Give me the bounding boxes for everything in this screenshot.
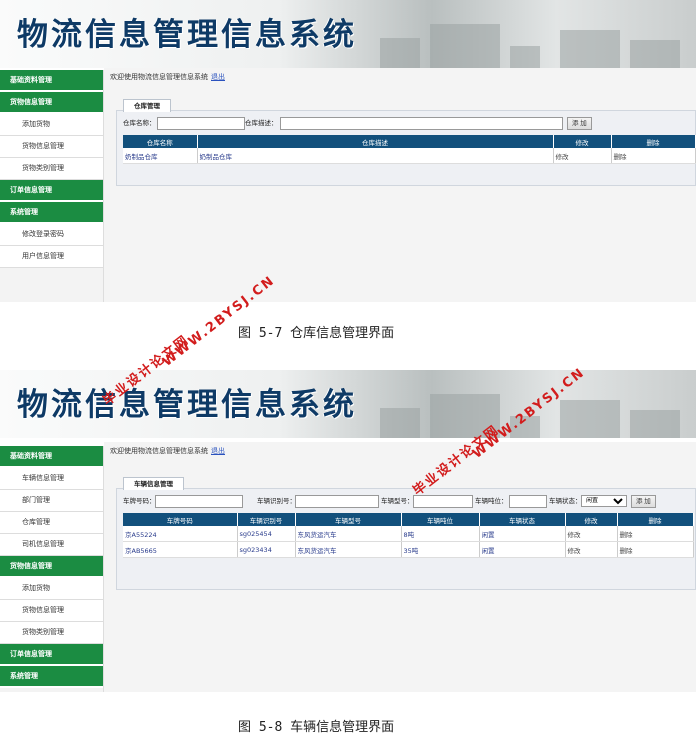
warehouse-table: 仓库名称 仓库描述 修改 删除 奶制品仓库 奶制品仓库 修改 删除: [123, 135, 696, 164]
sidebar-section-header[interactable]: 订单信息管理: [0, 180, 103, 202]
edit-link[interactable]: 修改: [565, 526, 618, 542]
column-header: 车牌号码: [123, 513, 238, 526]
table-cell: 闲置: [479, 526, 566, 542]
table-header-row: 仓库名称 仓库描述 修改 删除: [123, 135, 696, 148]
warehouse-desc-input[interactable]: [280, 117, 563, 130]
tonnage-label: 车辆吨位：: [475, 497, 508, 505]
table-header-row: 车牌号码 车辆识别号 车辆型号 车辆吨位 车辆状态 修改 删除: [123, 513, 694, 526]
delete-link[interactable]: 删除: [617, 541, 694, 558]
main-content: 欢迎使用物流信息管理信息系统 退出 车辆信息管理 车牌号码： 车辆识别号： 车辆型…: [104, 442, 696, 692]
sidebar-item[interactable]: 司机信息管理: [0, 534, 103, 556]
add-button[interactable]: 添 加: [567, 117, 592, 130]
plate-label: 车牌号码：: [123, 497, 156, 505]
edit-link[interactable]: 修改: [565, 541, 618, 558]
sidebar-item[interactable]: 车辆信息管理: [0, 468, 103, 490]
search-bar: 车牌号码： 车辆识别号： 车辆型号： 车辆吨位： 车辆状态： 闲置 添 加: [123, 495, 695, 509]
screenshot-vehicles: 物流信息管理信息系统 基础资料管理 车辆信息管理 部门管理 仓库管理 司机信息管理 货物信…: [0, 370, 696, 692]
model-label: 车辆型号：: [381, 497, 414, 505]
app-banner: 物流信息管理信息系统: [0, 0, 696, 68]
table-cell: 京AB5665: [123, 541, 238, 558]
tonnage-input[interactable]: [509, 495, 547, 508]
figure-caption-2: 图 5-8 车辆信息管理界面: [238, 720, 395, 735]
column-header: 车辆吨位: [401, 513, 480, 526]
sidebar-item[interactable]: 用户信息管理: [0, 246, 103, 268]
vin-input[interactable]: [295, 495, 379, 508]
table-cell: 8吨: [401, 526, 480, 542]
sidebar-item[interactable]: 添加货物: [0, 114, 103, 136]
sidebar-item[interactable]: 货物信息管理: [0, 600, 103, 622]
app-title: 物流信息管理信息系统: [17, 17, 357, 53]
tab-vehicles[interactable]: 车辆信息管理: [123, 477, 184, 490]
column-header: 删除: [611, 135, 696, 148]
table-cell: 东风货运汽车: [295, 526, 402, 542]
add-button[interactable]: 添 加: [631, 495, 656, 508]
sidebar-item[interactable]: 货物信息管理: [0, 136, 103, 158]
delete-link[interactable]: 删除: [617, 526, 694, 542]
table-row: 奶制品仓库 奶制品仓库 修改 删除: [123, 148, 696, 164]
edit-link[interactable]: 修改: [553, 148, 612, 164]
vehicle-table: 车牌号码 车辆识别号 车辆型号 车辆吨位 车辆状态 修改 删除 京A55224 sg025454…: [123, 513, 694, 558]
table-cell: 闲置: [479, 541, 566, 558]
table-cell: sg025454: [237, 526, 296, 542]
column-header: 修改: [553, 135, 612, 148]
sidebar-section-header[interactable]: 货物信息管理: [0, 556, 103, 578]
table-cell: 35吨: [401, 541, 480, 558]
table-cell: 京A55224: [123, 526, 238, 542]
column-header: 修改: [565, 513, 618, 526]
plate-input[interactable]: [155, 495, 243, 508]
sidebar-item[interactable]: 货物类别管理: [0, 158, 103, 180]
logout-link[interactable]: 退出: [211, 447, 225, 455]
table-cell: 奶制品仓库: [123, 148, 198, 164]
welcome-text: 欢迎使用物流信息管理信息系统: [110, 447, 208, 455]
vin-label: 车辆识别号：: [257, 497, 296, 505]
logout-link[interactable]: 退出: [211, 73, 225, 81]
sidebar-item[interactable]: 货物类别管理: [0, 622, 103, 644]
search-bar: 仓库名称： 仓库描述： 添 加: [123, 117, 695, 131]
sidebar-section-header[interactable]: 系统管理: [0, 666, 103, 688]
delete-link[interactable]: 删除: [611, 148, 696, 164]
column-header: 仓库描述: [197, 135, 554, 148]
app-banner: 物流信息管理信息系统: [0, 370, 696, 438]
sidebar-item[interactable]: 添加货物: [0, 578, 103, 600]
table-row: 京A55224 sg025454 东风货运汽车 8吨 闲置 修改 删除: [123, 526, 694, 542]
table-cell: 奶制品仓库: [197, 148, 554, 164]
status-label: 车辆状态：: [549, 497, 582, 505]
vehicle-panel: 车辆信息管理 车牌号码： 车辆识别号： 车辆型号： 车辆吨位： 车辆状态： 闲置…: [116, 477, 696, 590]
sidebar-section-header[interactable]: 基础资料管理: [0, 446, 103, 468]
sidebar-section-header[interactable]: 基础资料管理: [0, 70, 103, 92]
warehouse-panel: 仓库管理 仓库名称： 仓库描述： 添 加 仓库名称 仓库描述 修改 删除 奶制品仓库 奶制…: [116, 99, 696, 186]
sidebar: 基础资料管理 货物信息管理 添加货物 货物信息管理 货物类别管理 订单信息管理 系统管理 修改…: [0, 70, 104, 302]
sidebar-section-header[interactable]: 货物信息管理: [0, 92, 103, 114]
sidebar-item[interactable]: 部门管理: [0, 490, 103, 512]
table-row: 京AB5665 sg023434 东风货运汽车 35吨 闲置 修改 删除: [123, 541, 694, 558]
column-header: 车辆型号: [295, 513, 402, 526]
column-header: 车辆状态: [479, 513, 566, 526]
warehouse-name-label: 仓库名称：: [123, 119, 156, 127]
sidebar-section-header[interactable]: 订单信息管理: [0, 644, 103, 666]
column-header: 仓库名称: [123, 135, 198, 148]
column-header: 删除: [617, 513, 694, 526]
status-select[interactable]: 闲置: [581, 495, 627, 507]
table-cell: sg023434: [237, 541, 296, 558]
sidebar: 基础资料管理 车辆信息管理 部门管理 仓库管理 司机信息管理 货物信息管理 添加货物 货物信息…: [0, 446, 104, 692]
sidebar-section-header[interactable]: 系统管理: [0, 202, 103, 224]
sidebar-item[interactable]: 仓库管理: [0, 512, 103, 534]
column-header: 车辆识别号: [237, 513, 296, 526]
screenshot-warehouse: 物流信息管理信息系统 基础资料管理 货物信息管理 添加货物 货物信息管理 货物类别管理订…: [0, 0, 696, 302]
app-title: 物流信息管理信息系统: [17, 387, 357, 423]
figure-caption-1: 图 5-7 仓库信息管理界面: [238, 326, 395, 341]
table-cell: 东风货运汽车: [295, 541, 402, 558]
warehouse-name-input[interactable]: [157, 117, 245, 130]
welcome-bar: 欢迎使用物流信息管理信息系统 退出: [110, 446, 225, 456]
main-content: 欢迎使用物流信息管理信息系统 退出 仓库管理 仓库名称： 仓库描述： 添 加 仓库…: [104, 68, 696, 302]
warehouse-desc-label: 仓库描述：: [245, 119, 278, 127]
welcome-bar: 欢迎使用物流信息管理信息系统 退出: [110, 72, 225, 82]
sidebar-item[interactable]: 修改登录密码: [0, 224, 103, 246]
tab-warehouse[interactable]: 仓库管理: [123, 99, 171, 112]
welcome-text: 欢迎使用物流信息管理信息系统: [110, 73, 208, 81]
